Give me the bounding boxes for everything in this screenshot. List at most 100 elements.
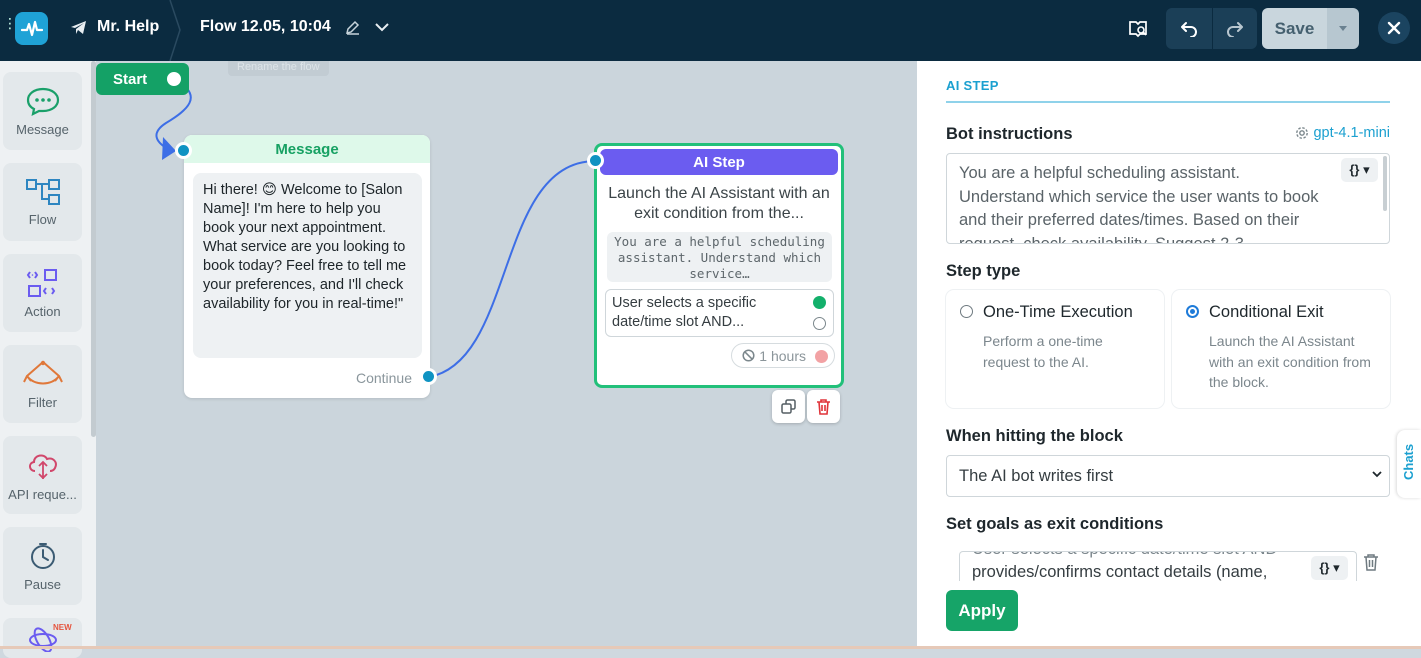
top-bar: ⋮ Mr. Help Flow 12.05, 10:04 Save	[0, 0, 1421, 61]
title-underline	[946, 101, 1390, 103]
goal-input[interactable]: User selects a specific date/time slot A…	[959, 551, 1357, 581]
ai-step-input-port[interactable]	[587, 152, 604, 169]
message-text: Hi there! 😊 Welcome to [Salon Name]! I'm…	[193, 173, 422, 358]
goal-text-line: User selects a specific date/time slot A…	[972, 552, 1292, 561]
save-button[interactable]: Save	[1262, 8, 1327, 49]
apply-button[interactable]: Apply	[946, 590, 1018, 631]
step-type-label: Step type	[946, 262, 1021, 280]
chevron-down-icon[interactable]	[374, 22, 390, 32]
ai-step-description: Launch the AI Assistant with an exit con…	[608, 185, 830, 222]
copy-icon	[781, 399, 796, 414]
palette-message[interactable]: Message	[3, 72, 82, 150]
panel-title: AI STEP	[946, 78, 999, 93]
message-icon	[26, 87, 59, 116]
block-palette: Message Flow Action Filter API reque... …	[0, 61, 96, 658]
trash-icon[interactable]	[1363, 554, 1379, 571]
message-output-port[interactable]	[420, 368, 437, 385]
radio-one-time[interactable]	[960, 305, 973, 318]
edit-pencil-icon[interactable]	[345, 20, 360, 35]
model-selector[interactable]: gpt-4.1-mini	[1295, 125, 1390, 141]
message-node-header: Message	[184, 135, 430, 163]
chevron-down-icon	[1339, 26, 1347, 31]
flow-canvas[interactable]: Start Rename the flow Message Hi there! …	[96, 61, 917, 649]
no-entry-icon	[742, 349, 755, 362]
new-badge: NEW	[53, 623, 72, 632]
clock-icon	[30, 542, 55, 569]
action-icon	[26, 268, 57, 297]
timeout-label: 1 hours	[759, 347, 806, 364]
close-icon	[1387, 21, 1401, 35]
undo-button[interactable]	[1166, 8, 1212, 49]
radio-conditional-exit[interactable]	[1186, 305, 1199, 318]
model-name: gpt-4.1-mini	[1313, 125, 1390, 141]
palette-label: Action	[24, 303, 61, 319]
trash-icon	[817, 398, 830, 415]
start-label: Start	[113, 70, 148, 88]
rename-tooltip: Rename the flow	[228, 61, 329, 76]
textarea-scrollbar[interactable]	[1383, 156, 1387, 211]
step-type-title: Conditional Exit	[1209, 303, 1324, 321]
ai-step-goal[interactable]: User selects a specific date/time slot A…	[605, 289, 834, 337]
duplicate-node-button[interactable]	[772, 390, 805, 423]
ai-step-settings-panel: AI STEP Bot instructions gpt-4.1-mini Yo…	[917, 61, 1421, 649]
guide-button[interactable]	[1120, 8, 1156, 49]
start-node[interactable]: Start	[96, 63, 189, 95]
palette-filter[interactable]: Filter	[3, 345, 82, 423]
filter-icon	[22, 360, 63, 384]
bot-selector[interactable]: Mr. Help	[70, 18, 159, 36]
goal-message-icon	[813, 317, 826, 330]
palette-flow[interactable]: Flow	[3, 163, 82, 241]
start-output-port[interactable]	[163, 68, 185, 90]
flow-icon	[25, 178, 60, 205]
palette-action[interactable]: Action	[3, 254, 82, 332]
redo-button[interactable]	[1213, 8, 1257, 49]
palette-api-request[interactable]: API reque...	[3, 436, 82, 514]
api-request-icon	[28, 453, 57, 479]
when-hitting-value: The AI bot writes first	[959, 467, 1114, 485]
chevron-down-icon	[1372, 471, 1382, 478]
goals-label: Set goals as exit conditions	[946, 515, 1164, 533]
save-options-button[interactable]	[1327, 8, 1359, 49]
flow-title[interactable]: Flow 12.05, 10:04	[200, 18, 390, 36]
when-hitting-label: When hitting the block	[946, 427, 1123, 445]
palette-label: Pause	[24, 576, 61, 592]
message-node[interactable]: Message Hi there! 😊 Welcome to [Salon Na…	[184, 135, 430, 398]
app-logo[interactable]	[15, 12, 48, 45]
goal-insert-variable-button[interactable]: {} ▾	[1311, 556, 1348, 580]
gear-icon	[1296, 127, 1309, 139]
step-type-description: Launch the AI Assistant with an exit con…	[1209, 333, 1371, 390]
flow-title-label: Flow 12.05, 10:04	[200, 18, 331, 35]
message-input-port[interactable]	[175, 142, 192, 159]
book-search-icon	[1129, 20, 1147, 37]
bot-instructions-textarea[interactable]: You are a helpful scheduling assistant. …	[946, 153, 1390, 244]
insert-variable-button[interactable]: {} ▾	[1341, 158, 1378, 182]
palette-pause[interactable]: Pause	[3, 527, 82, 605]
goal-text-line: provides/confirms contact details (name,	[972, 563, 1268, 581]
redo-icon	[1227, 21, 1243, 37]
instructions-text: You are a helpful scheduling assistant. …	[959, 164, 1319, 244]
goal-output-port[interactable]	[813, 296, 826, 309]
telegram-icon	[71, 20, 86, 34]
palette-label: Filter	[28, 394, 57, 410]
ai-step-node[interactable]: AI Step Launch the AI Assistant with an …	[594, 143, 844, 388]
step-type-one-time[interactable]: One-Time Execution Perform a one-time re…	[946, 290, 1164, 408]
step-type-conditional-exit[interactable]: Conditional Exit Launch the AI Assistant…	[1172, 290, 1390, 408]
chats-tab[interactable]: Chats	[1397, 430, 1421, 498]
timeout-output-port[interactable]	[815, 350, 828, 363]
drag-handle-icon[interactable]: ⋮	[3, 16, 17, 38]
close-button[interactable]	[1378, 12, 1410, 44]
step-type-description: Perform a one-time request to the AI.	[983, 333, 1103, 370]
palette-label: Message	[16, 121, 69, 137]
palette-label: Flow	[28, 211, 57, 227]
undo-icon	[1181, 21, 1197, 37]
breadcrumb-separator	[169, 0, 181, 61]
bot-name-label: Mr. Help	[97, 18, 160, 35]
bot-instructions-label: Bot instructions	[946, 125, 1073, 143]
delete-node-button[interactable]	[807, 390, 840, 423]
chats-tab-label: Chats	[1401, 443, 1416, 480]
ai-step-instructions-preview: You are a helpful scheduling assistant. …	[607, 232, 832, 282]
timeout-badge[interactable]: 1 hours	[731, 343, 835, 368]
ai-step-header: AI Step	[600, 149, 838, 175]
continue-label: Continue	[355, 370, 412, 386]
when-hitting-select[interactable]: The AI bot writes first	[946, 455, 1390, 497]
